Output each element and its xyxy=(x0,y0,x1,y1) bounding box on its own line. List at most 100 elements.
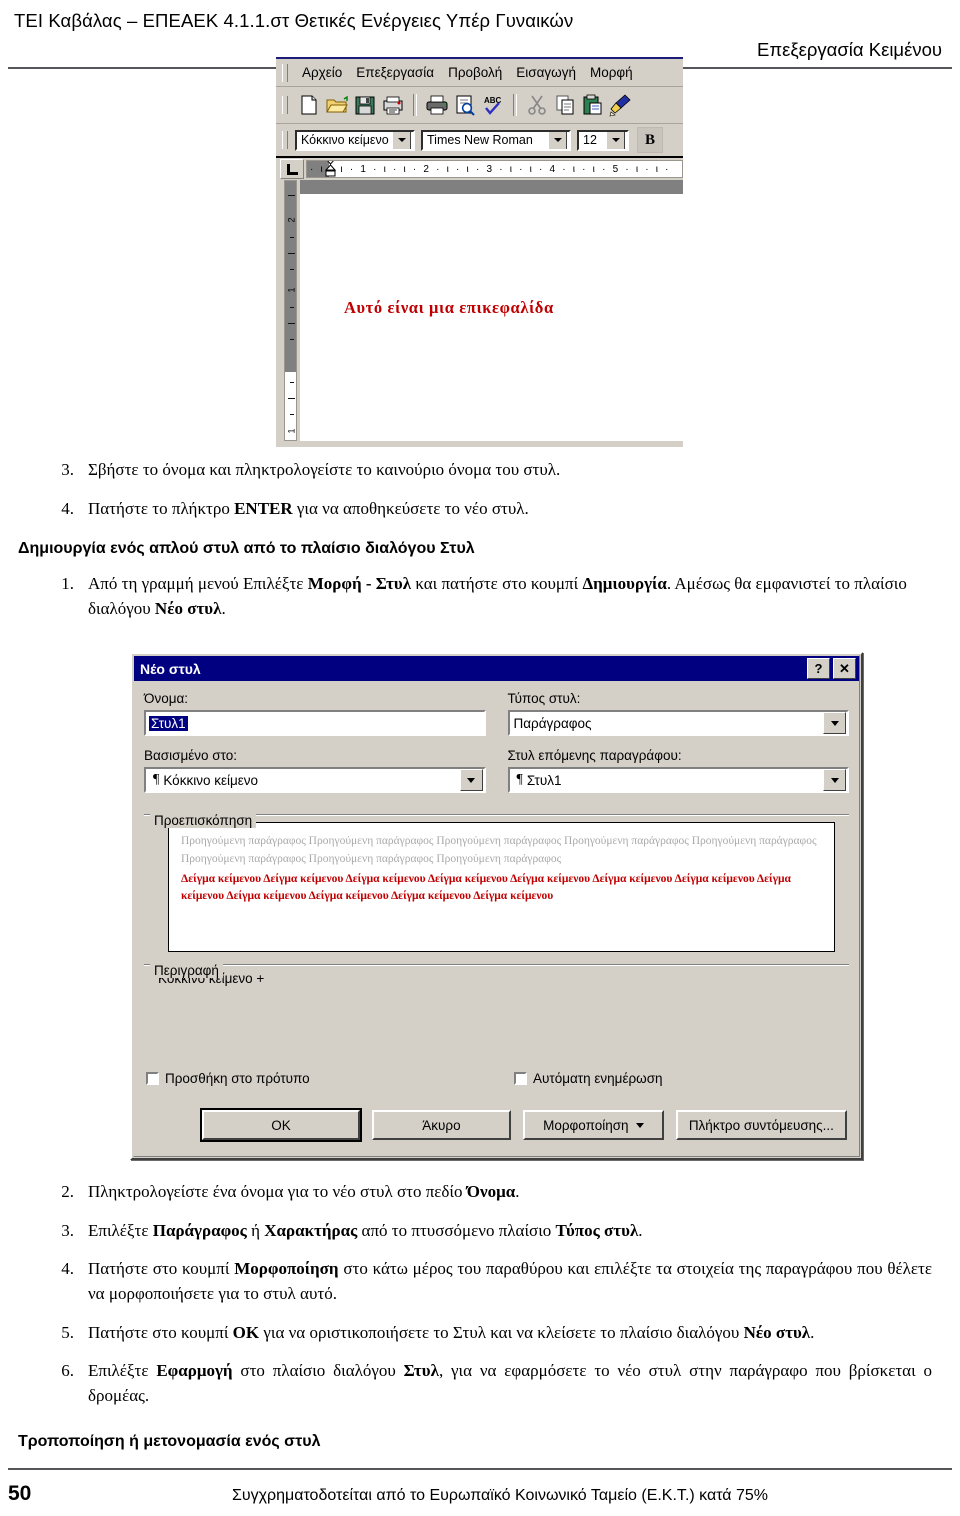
save-disk-icon[interactable] xyxy=(352,92,378,118)
formatting-toolbar-grip[interactable] xyxy=(282,131,288,149)
chevron-down-icon[interactable] xyxy=(392,131,411,149)
auto-update-checkbox[interactable]: Αυτόματη ενημέρωση xyxy=(514,1071,663,1086)
preview-previous-paragraph: Προηγούμενη παράγραφος Προηγούμενη παράγ… xyxy=(181,835,817,865)
page-header: ΤΕΙ Καβάλας – ΕΠΕΑΕΚ 4.1.1.στ Θετικές Εν… xyxy=(0,0,960,61)
based-on-dropdown[interactable]: ¶ Κόκκινο κείμενο xyxy=(144,767,486,793)
cancel-button[interactable]: Άκυρο xyxy=(371,1110,511,1140)
document-area: 2 1 1 Αυτό είναι μια επικεφαλίδα xyxy=(276,180,683,441)
new-document-icon[interactable] xyxy=(296,92,322,118)
list-item: 5. Πατήστε στο κουμπί OK για να οριστικο… xyxy=(40,1321,932,1346)
list-number: 3. xyxy=(61,1220,74,1240)
description-legend: Περιγραφή xyxy=(150,963,223,978)
vruler-label-1b: 1 xyxy=(286,428,297,434)
print-icon[interactable] xyxy=(424,92,450,118)
list-item: 4. Πατήστε στο κουμπί Μορφοποίηση στο κά… xyxy=(40,1257,932,1306)
dialog-button-row: OK Άκυρο Μορφοποίηση Πλήκτρο συντόμευσης… xyxy=(146,1108,847,1142)
ok-button[interactable]: OK xyxy=(200,1108,362,1142)
format-painter-icon[interactable] xyxy=(608,92,634,118)
copy-icon[interactable] xyxy=(552,92,578,118)
horizontal-ruler-row: · ι · ι · 1 · ι · ι · 2 · ι · ι · 3 · ι … xyxy=(276,158,683,180)
document-heading-text: Αυτό είναι μια επικεφαλίδα xyxy=(344,298,554,317)
spellcheck-icon[interactable]: ABC xyxy=(480,92,506,118)
list-item: 4. Πατήστε το πλήκτρο ENTER για να αποθη… xyxy=(40,497,930,522)
print-preview-icon[interactable] xyxy=(452,92,478,118)
style-combobox-value: Κόκκινο κείμενο xyxy=(301,133,389,147)
description-groupbox: Περιγραφή Κόκκινο κείμενο + xyxy=(144,963,849,986)
dialog-body: Όνομα: Στυλ1 Τύπος στυλ: Παράγραφος Βασι… xyxy=(132,683,861,986)
style-combobox[interactable]: Κόκκινο κείμενο xyxy=(295,129,415,151)
checkbox-box[interactable] xyxy=(514,1072,527,1085)
font-size-value: 12 xyxy=(583,133,597,147)
toolbar-drag-grip[interactable] xyxy=(282,96,288,114)
list-text: Πατήστε στο κουμπί Μορφοποίηση στο κάτω … xyxy=(88,1259,932,1303)
bold-button[interactable]: B xyxy=(637,127,663,153)
chevron-down-icon xyxy=(635,1122,644,1128)
list-number: 1. xyxy=(61,574,74,593)
description-text: Κόκκινο κείμενο + xyxy=(158,971,265,986)
list-number: 4. xyxy=(61,1259,74,1279)
instruction-list-a: 3. Σβήστε το όνομα και πληκτρολογείστε τ… xyxy=(40,458,930,535)
menu-item-file[interactable]: Αρχείο xyxy=(295,63,349,82)
preview-legend: Προεπισκόπηση xyxy=(150,813,257,828)
section-heading-create-style: Δημιουργία ενός απλού στυλ από το πλαίσι… xyxy=(18,540,475,557)
font-combobox-value: Times New Roman xyxy=(427,133,533,147)
menu-drag-grip[interactable] xyxy=(282,63,288,82)
ruler-tick-labels: · ι · ι · 1 · ι · ι · 2 · ι · ι · 3 · ι … xyxy=(310,163,671,175)
chevron-down-icon[interactable] xyxy=(823,712,846,734)
list-number: 4. xyxy=(61,498,74,518)
paste-clipboard-icon[interactable] xyxy=(580,92,606,118)
page-sheet[interactable]: Αυτό είναι μια επικεφαλίδα xyxy=(300,194,683,441)
next-style-label: Στυλ επόμενης παραγράφου: xyxy=(507,748,682,763)
style-type-dropdown[interactable]: Παράγραφος xyxy=(507,710,849,736)
name-input-value: Στυλ1 xyxy=(149,715,188,731)
new-style-dialog[interactable]: Νέο στυλ ? ✕ Όνομα: Στυλ1 Τύπος στυλ: Πα… xyxy=(130,652,863,1160)
list-number: 2. xyxy=(61,1182,74,1201)
font-combobox[interactable]: Times New Roman xyxy=(421,129,571,151)
vertical-ruler[interactable]: 2 1 1 xyxy=(280,180,300,441)
add-to-template-label: Προσθήκη στο πρότυπο xyxy=(165,1071,310,1086)
format-button-label: Μορφοποίηση xyxy=(543,1117,629,1133)
list-text: Πατήστε στο κουμπί OK για να οριστικοποι… xyxy=(88,1322,815,1342)
open-folder-icon[interactable] xyxy=(324,92,350,118)
font-size-combobox[interactable]: 12 xyxy=(577,129,629,151)
document-page: ΤΕΙ Καβάλας – ΕΠΕΑΕΚ 4.1.1.στ Θετικές Εν… xyxy=(0,0,960,1516)
name-input[interactable]: Στυλ1 xyxy=(144,710,486,736)
menu-bar: Αρχείο Επεξεργασία Προβολή Εισαγωγή Μορφ… xyxy=(276,59,683,87)
preview-sample-text: Δείγμα κείμενου Δείγμα κείμενου Δείγμα κ… xyxy=(181,872,791,902)
chevron-down-icon[interactable] xyxy=(459,769,483,791)
toolbar-separator xyxy=(413,94,417,116)
print-setup-icon[interactable] xyxy=(380,92,406,118)
next-style-value: Στυλ1 xyxy=(526,772,562,788)
menu-item-view[interactable]: Προβολή xyxy=(441,63,509,82)
list-number: 6. xyxy=(61,1361,74,1381)
list-text: Επιλέξτε Παράγραφος ή Χαρακτήρας από το … xyxy=(88,1220,643,1240)
menu-item-format[interactable]: Μορφή xyxy=(583,63,640,82)
list-text: Από τη γραμμή μενού Επιλέξτε Μορφή - Στυ… xyxy=(88,574,907,618)
style-type-label: Τύπος στυλ: xyxy=(507,691,581,706)
menu-item-edit[interactable]: Επεξεργασία xyxy=(349,63,441,82)
chevron-down-icon[interactable] xyxy=(606,131,625,149)
tab-stop-selector[interactable] xyxy=(280,159,304,179)
page-footer: 50 Συγχρηματοδοτείται από το Ευρωπαϊκό Κ… xyxy=(8,1482,952,1506)
chevron-down-icon[interactable] xyxy=(823,769,846,791)
list-text: Πληκτρολογείστε ένα όνομα για το νέο στυ… xyxy=(88,1182,520,1201)
auto-update-label: Αυτόματη ενημέρωση xyxy=(533,1071,663,1086)
checkbox-box[interactable] xyxy=(146,1072,159,1085)
add-to-template-checkbox[interactable]: Προσθήκη στο πρότυπο xyxy=(146,1071,514,1086)
list-item: 3. Σβήστε το όνομα και πληκτρολογείστε τ… xyxy=(40,458,930,483)
shortcut-key-button[interactable]: Πλήκτρο συντόμευσης... xyxy=(675,1110,847,1140)
format-button[interactable]: Μορφοποίηση xyxy=(522,1110,664,1140)
list-text: Επιλέξτε Εφαρμογή στο πλαίσιο διαλόγου Σ… xyxy=(88,1361,932,1405)
header-title-line1: ΤΕΙ Καβάλας – ΕΠΕΑΕΚ 4.1.1.στ Θετικές Εν… xyxy=(14,10,574,31)
cut-scissors-icon[interactable] xyxy=(524,92,550,118)
word-application-window: Αρχείο Επεξεργασία Προβολή Εισαγωγή Μορφ… xyxy=(276,57,683,447)
next-style-dropdown[interactable]: ¶ Στυλ1 xyxy=(507,767,849,793)
name-field-label: Όνομα: xyxy=(144,691,189,706)
footer-divider xyxy=(8,1468,952,1470)
vruler-label-1: 1 xyxy=(286,287,297,293)
page-number: 50 xyxy=(8,1482,32,1505)
horizontal-ruler[interactable]: · ι · ι · 1 · ι · ι · 2 · ι · ι · 3 · ι … xyxy=(306,160,683,178)
menu-item-insert[interactable]: Εισαγωγή xyxy=(509,63,583,82)
instruction-list-b: 1. Από τη γραμμή μενού Επιλέξτε Μορφή - … xyxy=(40,572,930,635)
chevron-down-icon[interactable] xyxy=(548,131,567,149)
